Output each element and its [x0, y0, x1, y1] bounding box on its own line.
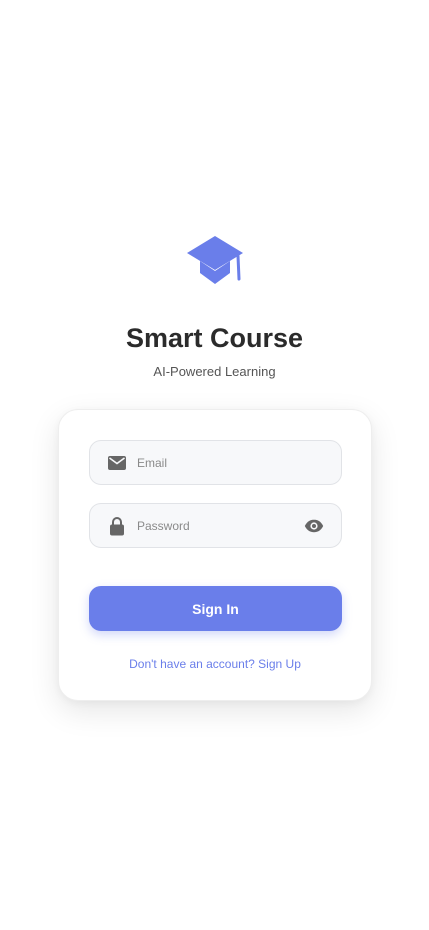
- app-title: Smart Course: [125, 323, 304, 353]
- app-subtitle: AI-Powered Learning: [153, 364, 276, 379]
- login-card: Sign In Don't have an account? Sign Up: [58, 409, 372, 701]
- eye-icon[interactable]: [303, 504, 325, 547]
- password-field[interactable]: [89, 503, 342, 548]
- email-field[interactable]: [89, 440, 342, 485]
- lock-icon: [107, 504, 127, 547]
- password-input[interactable]: [137, 504, 287, 547]
- email-input[interactable]: [137, 441, 287, 484]
- sign-in-button[interactable]: Sign In: [89, 586, 342, 631]
- envelope-icon: [107, 441, 127, 484]
- sign-up-link[interactable]: Don't have an account? Sign Up: [59, 655, 371, 673]
- graduation-cap-icon: [186, 234, 244, 286]
